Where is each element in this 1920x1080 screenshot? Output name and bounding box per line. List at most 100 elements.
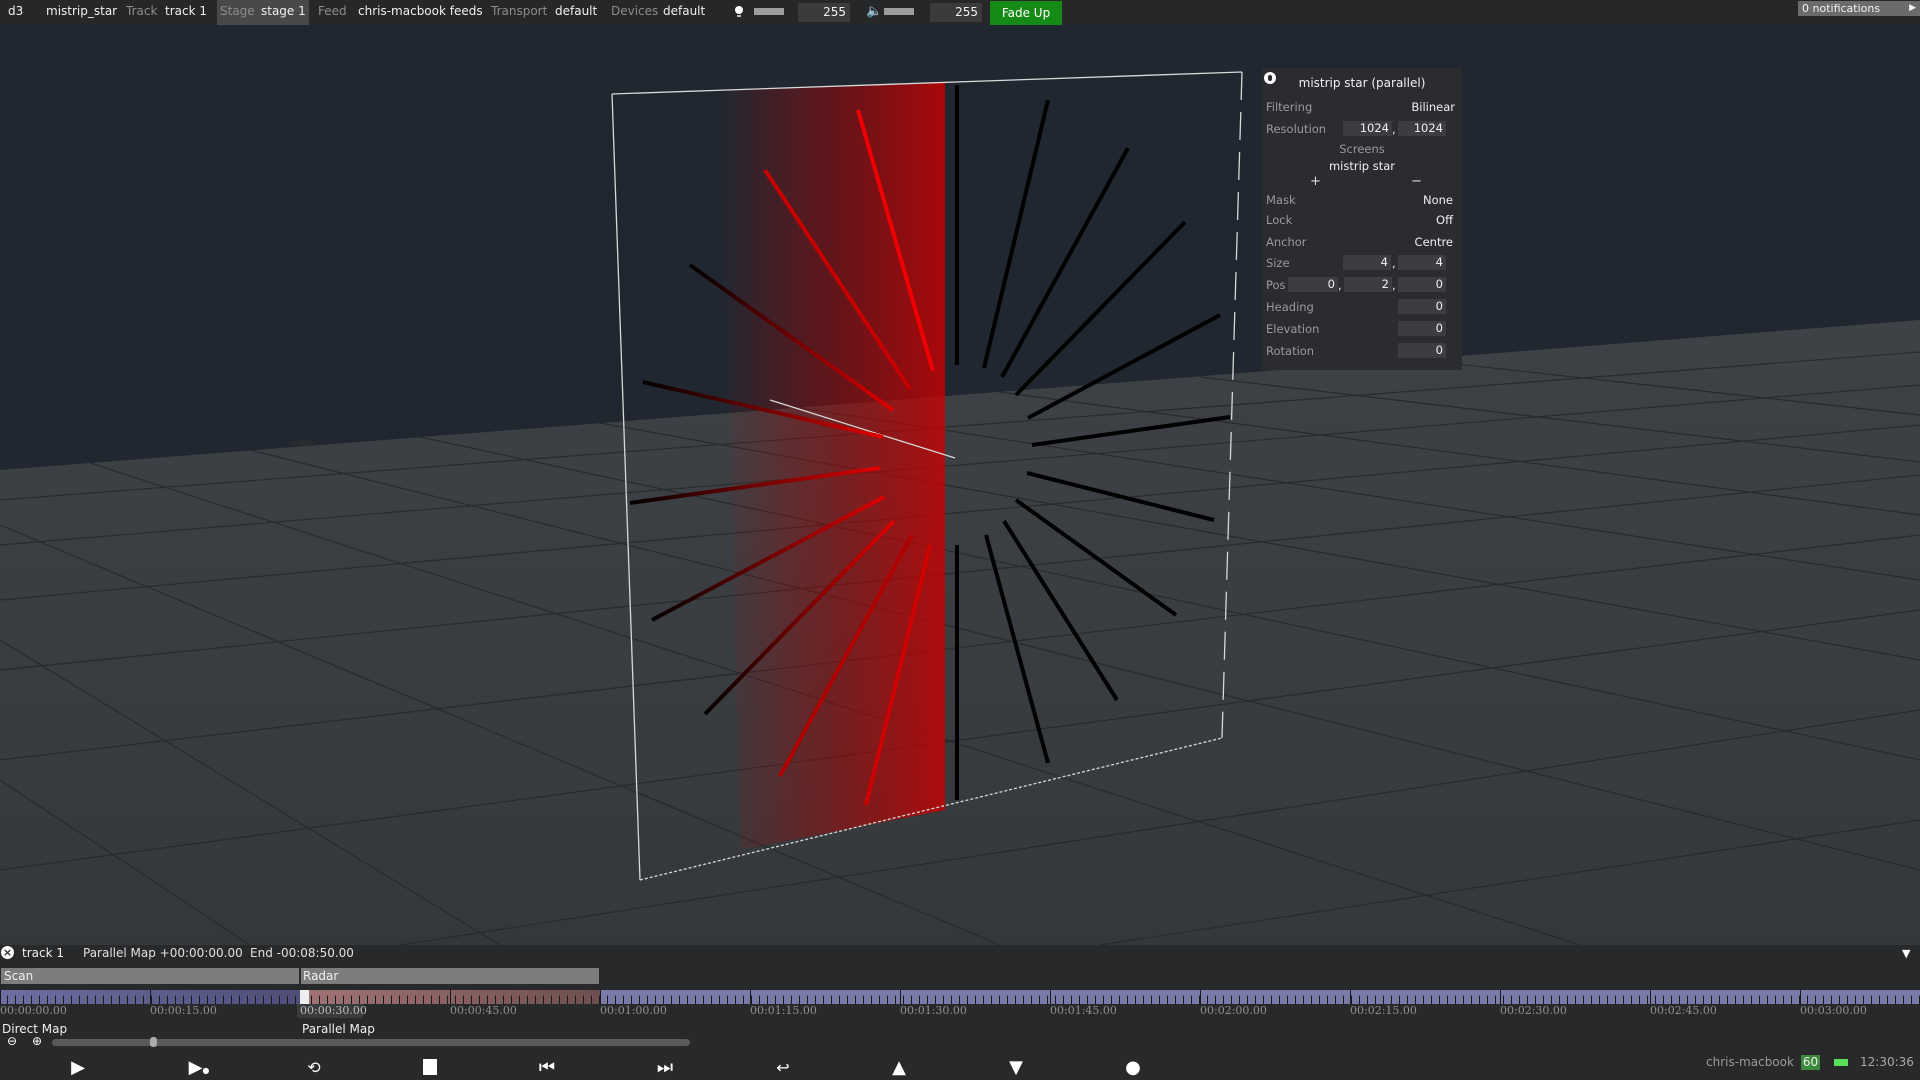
devices-selector[interactable]: default (663, 0, 705, 25)
previous-icon: ⏮ (538, 1056, 556, 1078)
feed-selector[interactable]: chris-macbook feeds (358, 0, 483, 25)
size-x-field[interactable]: 4 (1343, 255, 1391, 270)
fade-up-button[interactable]: Fade Up (990, 1, 1062, 27)
notifications-button[interactable]: 0 notifications ▶ (1798, 1, 1920, 16)
previous-section-button[interactable]: ⏮ (532, 1056, 562, 1078)
brightness-value[interactable]: 255 (798, 3, 850, 22)
volume-value[interactable]: 255 (930, 3, 982, 22)
mask-row: Mask None (1266, 191, 1454, 209)
time-label: 00:02:45.00 (1650, 1004, 1717, 1017)
close-track-icon[interactable]: × (1, 946, 14, 959)
top-bar: d3 mistrip_star Track track 1 Stage stag… (0, 0, 1920, 27)
properties-panel: mistrip star (parallel) Filtering Biline… (1262, 68, 1462, 370)
track-label: Track (126, 4, 158, 18)
next-icon: ⏭ (656, 1056, 674, 1078)
mask-value[interactable]: None (1423, 191, 1453, 209)
resolution-y-field[interactable]: 1024 (1398, 121, 1446, 136)
elevation-label: Elevation (1266, 322, 1320, 336)
panel-title: mistrip star (parallel) (1298, 76, 1426, 90)
add-screen-button[interactable]: + (1310, 174, 1321, 189)
timeline-scrollbar[interactable] (52, 1039, 690, 1046)
fps-badge: 60 (1801, 1055, 1820, 1070)
return-button[interactable]: ↩ (768, 1057, 798, 1077)
scrollbar-thumb[interactable] (150, 1037, 157, 1047)
playhead[interactable] (300, 990, 309, 1004)
anchor-label: Anchor (1266, 235, 1307, 249)
time-label: 00:02:30.00 (1500, 1004, 1567, 1017)
app-name: d3 (8, 4, 24, 18)
volume-up-button[interactable]: ▲ (884, 1056, 914, 1078)
anchor-value[interactable]: Centre (1415, 233, 1453, 251)
time-label: 00:02:00.00 (1200, 1004, 1267, 1017)
project-name[interactable]: mistrip_star (46, 0, 117, 25)
next-section-button[interactable]: ⏭ (650, 1056, 680, 1078)
stop-button[interactable] (415, 1057, 445, 1077)
pos-x-field[interactable]: 0 (1288, 277, 1338, 292)
volume-slider[interactable] (884, 8, 914, 15)
play-to-end-icon: ▶● (188, 1056, 210, 1078)
record-button[interactable]: ● (1118, 1057, 1148, 1078)
screens-label: Screens (1339, 142, 1385, 156)
pos-y-field[interactable]: 2 (1344, 277, 1392, 292)
heading-field[interactable]: 0 (1398, 299, 1446, 314)
triangle-up-icon: ▲ (892, 1056, 906, 1078)
brightness-slider[interactable] (754, 8, 784, 15)
clock: 12:30:36 (1860, 1055, 1914, 1069)
stage-label: Stage (220, 4, 255, 18)
time-label: 00:01:45.00 (1050, 1004, 1117, 1017)
heading-row: Heading 0 (1266, 298, 1454, 316)
track-selector[interactable]: track 1 (165, 0, 207, 25)
return-icon: ↩ (776, 1057, 790, 1077)
time-label: 00:01:00.00 (600, 1004, 667, 1017)
play-icon: ▶ (71, 1056, 85, 1078)
machine-name: chris-macbook (1706, 1055, 1794, 1069)
rotation-field[interactable]: 0 (1398, 343, 1446, 358)
feed-label: Feed (318, 4, 347, 18)
play-to-end-button[interactable]: ▶● (181, 1056, 217, 1078)
stage-value[interactable]: stage 1 (261, 0, 306, 25)
section-scan[interactable]: Scan (1, 968, 299, 984)
volume-down-button[interactable]: ▼ (1001, 1057, 1031, 1078)
mapping-label-parallel: Parallel Map (302, 1022, 375, 1036)
size-y-field[interactable]: 4 (1398, 255, 1446, 270)
size-row: Size 4 , 4 (1266, 254, 1454, 272)
lock-label: Lock (1266, 213, 1293, 227)
track-name: track 1 (22, 946, 64, 960)
volume-icon: 🔈 (866, 4, 883, 19)
time-label: 00:00:00.00 (0, 1004, 67, 1017)
zoom-in-icon[interactable]: ⊕ (32, 1034, 42, 1048)
pos-label: Pos (1266, 278, 1286, 292)
time-label: 00:02:15.00 (1350, 1004, 1417, 1017)
screens-value[interactable]: mistrip star (1262, 159, 1462, 173)
elevation-row: Elevation 0 (1266, 320, 1454, 338)
filtering-value[interactable]: Bilinear (1411, 98, 1455, 116)
filtering-label: Filtering (1266, 100, 1313, 114)
camera-marker (290, 440, 314, 446)
loop-button[interactable]: ⟲ (299, 1057, 329, 1077)
anchor-row: Anchor Centre (1266, 233, 1454, 251)
elevation-field[interactable]: 0 (1398, 321, 1446, 336)
stop-icon (423, 1059, 437, 1075)
transport-label: Transport (491, 4, 548, 18)
heading-label: Heading (1266, 300, 1314, 314)
collapse-arrow-icon[interactable]: ▼ (1902, 947, 1910, 960)
mapping-info: Parallel Map +00:00:00.00 (83, 946, 243, 960)
resolution-x-field[interactable]: 1024 (1343, 121, 1392, 136)
viewport-3d[interactable] (0, 25, 1920, 945)
rotation-label: Rotation (1266, 344, 1315, 358)
lock-row: Lock Off (1266, 211, 1454, 229)
size-label: Size (1266, 256, 1290, 270)
section-radar[interactable]: Radar (301, 968, 599, 984)
time-label: 00:00:15.00 (150, 1004, 217, 1017)
play-button[interactable]: ▶ (63, 1056, 93, 1078)
transport-selector[interactable]: default (555, 0, 597, 25)
pos-z-field[interactable]: 0 (1398, 277, 1446, 292)
devices-label: Devices (611, 4, 659, 18)
remove-screen-button[interactable]: − (1411, 174, 1422, 189)
mask-label: Mask (1266, 193, 1296, 207)
lock-value[interactable]: Off (1436, 211, 1453, 229)
timeline-major-ticks (0, 990, 1920, 1004)
zoom-out-icon[interactable]: ⊖ (7, 1034, 17, 1048)
time-label: 00:00:30.00 (300, 1004, 367, 1017)
battery-icon (1834, 1059, 1848, 1066)
